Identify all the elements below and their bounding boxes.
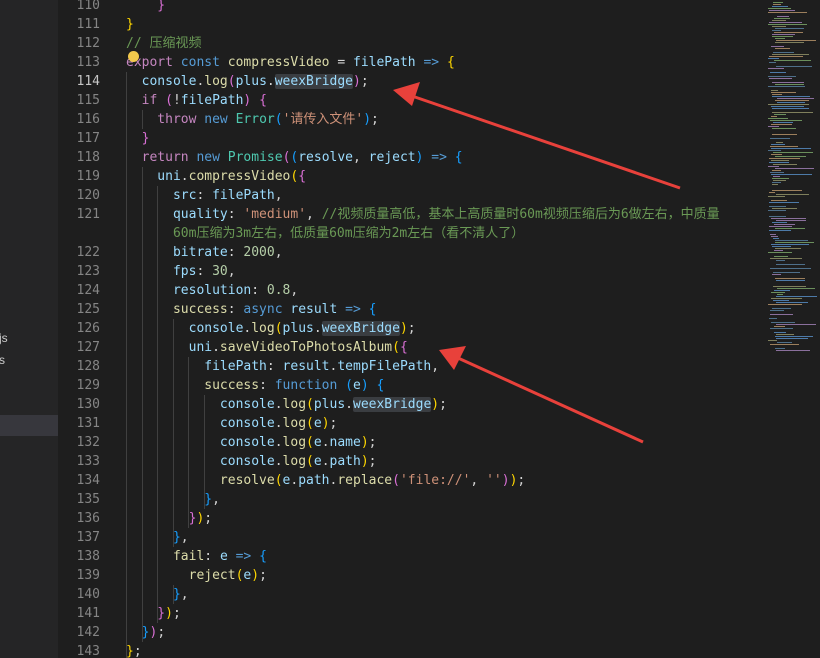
annotation-arrows (393, 82, 681, 444)
arrow-to-line-127 (439, 346, 644, 444)
arrow-to-line-114 (393, 82, 681, 190)
